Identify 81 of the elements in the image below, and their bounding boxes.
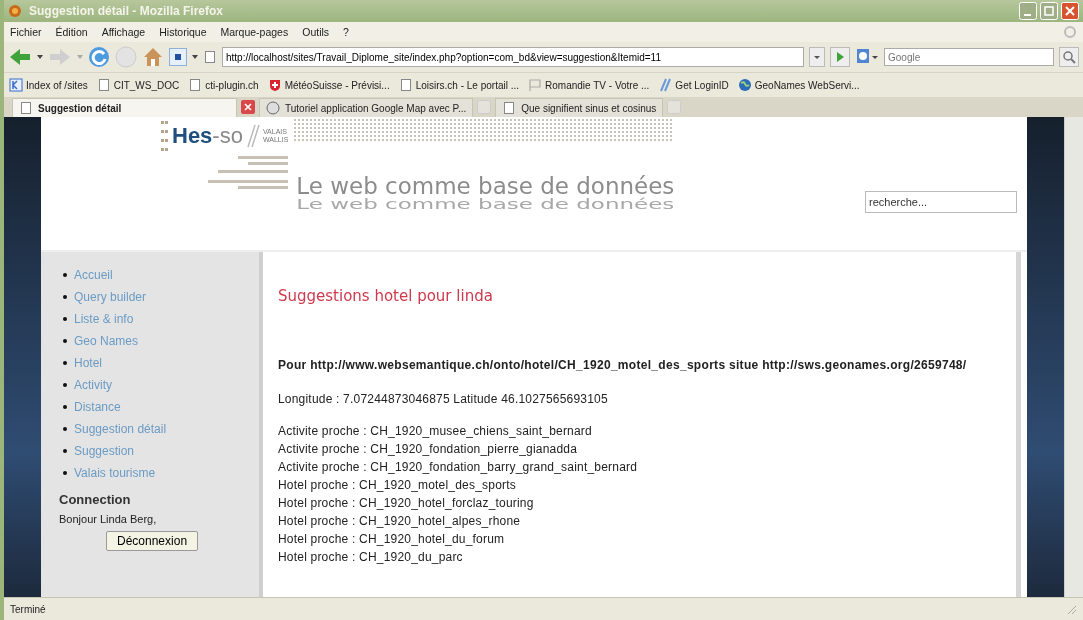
go-button[interactable]	[830, 47, 850, 67]
bookmark-link[interactable]: Romandie TV - Votre ...	[545, 79, 650, 91]
face-icon	[266, 101, 280, 115]
browser-tab[interactable]: Que signifient sinus et cosinus	[495, 98, 664, 117]
bullet-icon	[63, 317, 67, 321]
scrollbar[interactable]	[1064, 117, 1083, 597]
result-line: Hotel proche : CH_1920_hotel_alpes_rhone	[278, 514, 522, 528]
logo-text: Hes-so	[172, 123, 243, 149]
site-title-reflection: Le web comme base de données	[296, 196, 675, 212]
menu-item[interactable]: Outils	[302, 26, 330, 38]
globe-icon	[737, 78, 752, 92]
bullet-icon	[63, 449, 67, 453]
throbber-icon	[1063, 25, 1077, 39]
minimize-button[interactable]	[1019, 2, 1037, 20]
address-field[interactable]: http://localhost/sites/Travail_Diplome_site/index.php?option=com_bd&view=suggestion&Itemid=11	[222, 47, 804, 67]
menu-item[interactable]: Fichier	[10, 26, 42, 38]
result-line: Activite proche : CH_1920_fondation_barry_grand_saint_bernard	[278, 460, 639, 474]
search-field[interactable]: recherche...	[865, 191, 1017, 213]
flag-icon	[528, 78, 543, 92]
page-icon	[502, 101, 517, 115]
menu-item[interactable]: Édition	[55, 26, 88, 38]
browser-tab[interactable]: Suggestion détail	[12, 98, 237, 117]
square-button[interactable]	[169, 48, 187, 66]
bookmark-link[interactable]: Index of /sites	[26, 79, 88, 91]
section-heading: Connection	[59, 492, 132, 507]
bullet-icon	[63, 383, 67, 387]
dots-icon	[161, 121, 169, 151]
coordinates-text: Longitude : 7.07244873046875 Latitude 46.1027565693105	[278, 392, 609, 406]
browser-tab[interactable]: Tutoriel application Google Map avec P...	[259, 98, 474, 117]
app-icon	[8, 4, 22, 18]
resize-grip-icon[interactable]	[1065, 603, 1077, 615]
menu-item[interactable]: Historique	[159, 26, 207, 38]
bookmark-link[interactable]: Get LoginID	[675, 79, 729, 91]
status-text: Terminé	[10, 603, 46, 615]
greeting-text: Bonjour Linda Berg,	[59, 513, 158, 525]
slashes-icon	[658, 78, 673, 92]
bullet-icon	[63, 339, 67, 343]
letter-icon	[9, 78, 23, 92]
back-button[interactable]	[8, 47, 32, 67]
bookmark-link[interactable]: CIT_WS_DOC	[113, 79, 180, 91]
window-title: Suggestion détail - Mozilla Firefox	[29, 4, 223, 18]
bookmark-link[interactable]: cti-plugin.ch	[205, 79, 259, 91]
page-icon	[96, 78, 111, 92]
tab-close-icon[interactable]	[241, 100, 255, 114]
result-line: Activite proche : CH_1920_musee_chiens_saint_bernard	[278, 424, 593, 438]
bullet-icon	[63, 405, 67, 409]
dropdown-caret-icon[interactable]	[192, 55, 198, 59]
maximize-button[interactable]	[1040, 2, 1058, 20]
bookmark-link[interactable]: Loisirs.ch - Le portail ...	[415, 79, 520, 91]
page-heading: Suggestions hotel pour linda	[278, 287, 494, 305]
subject-text: Pour http://www.websemantique.ch/onto/hotel/CH_1920_motel_des_sports situe http://sws.geonames.org/2659748/	[278, 358, 968, 372]
result-line: Hotel proche : CH_1920_du_parc	[278, 550, 464, 564]
menu-item[interactable]: Affichage	[101, 26, 146, 38]
close-button[interactable]	[1061, 2, 1079, 20]
result-line: Hotel proche : CH_1920_hotel_forclaz_touring	[278, 496, 535, 510]
bullet-icon	[63, 471, 67, 475]
bullet-icon	[63, 361, 67, 365]
bullet-icon	[63, 273, 67, 277]
slash-icon	[245, 124, 260, 148]
search-field[interactable]: Google	[884, 48, 1054, 66]
bullet-icon	[63, 295, 67, 299]
page-icon	[203, 50, 217, 64]
bullet-icon	[63, 427, 67, 431]
page-icon	[19, 101, 33, 115]
logout-button[interactable]: Déconnexion	[106, 531, 199, 551]
result-line: Activite proche : CH_1920_fondation_pierre_gianadda	[278, 442, 579, 456]
bookmark-link[interactable]: MétéoSuisse - Prévisi...	[284, 79, 390, 91]
bookmark-link[interactable]: GeoNames WebServi...	[754, 79, 860, 91]
dropdown-caret-icon[interactable]	[37, 55, 43, 59]
menu-item[interactable]: ?	[343, 26, 349, 38]
search-button[interactable]	[1059, 47, 1079, 67]
menu-item[interactable]: Marque-pages	[220, 26, 289, 38]
site-title: Le web comme base de données	[296, 173, 675, 199]
result-line: Hotel proche : CH_1920_motel_des_sports	[278, 478, 517, 492]
dropdown-button[interactable]	[809, 47, 825, 67]
result-line: Hotel proche : CH_1920_hotel_du_forum	[278, 532, 506, 546]
shield-icon	[267, 78, 282, 92]
page-icon	[398, 78, 413, 92]
home-button[interactable]	[142, 46, 164, 68]
reload-button[interactable]	[88, 46, 110, 68]
page-icon	[188, 78, 203, 92]
